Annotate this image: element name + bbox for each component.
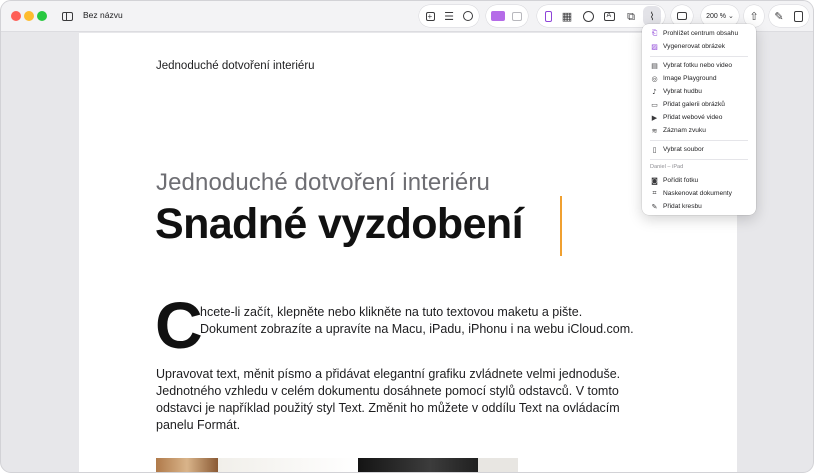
minimize-window-button[interactable] (24, 11, 34, 21)
media-button[interactable]: ⌇ (643, 6, 661, 26)
shape-button[interactable]: ⧉ (623, 6, 639, 26)
shape-icon: ⧉ (627, 9, 635, 23)
menu-item-generate-image[interactable]: ▨ Vygenerovat obrázek (650, 41, 725, 52)
pages-window: Bez názvu + ☰ ▦ A ⧉ ⌇ 200 % ⌄ ⇧ ✎ Jednod… (0, 0, 814, 473)
phone-button[interactable] (540, 6, 556, 26)
menu-item-scan-documents[interactable]: ⌗ Naskenovat dokumenty (650, 188, 732, 199)
share-icon: ⇧ (749, 9, 759, 23)
text-layout-icon: ☰ (444, 9, 454, 23)
menu-item-content-hub[interactable]: ⎗ Prohlížet centrum obsahu (650, 28, 738, 39)
text-layout-button[interactable]: ☰ (441, 6, 457, 26)
phone-icon (544, 10, 552, 22)
document-inspector-icon (793, 10, 803, 22)
paperclip-icon: ⌇ (649, 9, 655, 23)
web-video-icon: ▶ (651, 113, 658, 122)
insert-photo-button[interactable] (488, 6, 508, 26)
table-icon: ▦ (561, 9, 573, 23)
text-box-button[interactable]: A (601, 6, 617, 26)
sidebar-toggle-button[interactable] (58, 6, 76, 26)
menu-item-choose-file[interactable]: ▯ Vybrat soubor (650, 144, 704, 155)
photo-light-image[interactable] (478, 458, 518, 472)
image-gallery-icon: ▭ (651, 100, 658, 109)
media-popup-menu: ⎗ Prohlížet centrum obsahu ▨ Vygenerovat… (642, 24, 756, 215)
share-button[interactable]: ⇧ (746, 6, 762, 26)
content-hub-icon: ⎗ (651, 29, 658, 37)
body-paragraph[interactable]: Upravovat text, měnit písmo a přidávat e… (156, 366, 646, 434)
document-page[interactable]: Jednoduché dotvoření interiéru Jednoduch… (79, 33, 737, 472)
document-title: Bez názvu (83, 10, 123, 20)
menu-item-record-audio[interactable]: ≋ Záznam zvuku (650, 125, 706, 136)
media-browser-icon (512, 11, 522, 21)
intro-paragraph[interactable]: hcete-li začít, klepněte nebo klikněte n… (200, 304, 640, 338)
drop-cap[interactable]: C (155, 292, 203, 358)
sidebar-icon (61, 11, 73, 21)
comment-button[interactable] (674, 6, 690, 26)
comment-icon (677, 12, 687, 20)
scan-document-icon: ⌗ (652, 189, 657, 197)
image-playground-icon: ◎ (651, 74, 658, 83)
zoom-window-button[interactable] (37, 11, 47, 21)
photo-plus-icon (491, 11, 505, 21)
menu-item-add-drawing[interactable]: ✎ Přidat kresbu (650, 201, 702, 212)
document-icon: ▯ (652, 145, 657, 154)
music-note-icon: ♪ (652, 87, 657, 96)
photo-wood-image[interactable] (156, 458, 218, 472)
document-title-heading[interactable]: Snadné vyzdobení (155, 200, 524, 249)
table-button[interactable]: ▦ (559, 6, 575, 26)
close-window-button[interactable] (11, 11, 21, 21)
text-cursor (560, 196, 562, 256)
zoom-select[interactable]: 200 % ⌄ (703, 6, 737, 26)
menu-separator (650, 56, 748, 57)
page-header[interactable]: Jednoduché dotvoření interiéru (156, 60, 315, 72)
zoom-value: 200 % (706, 12, 726, 20)
document-inspector-button[interactable] (790, 6, 806, 26)
add-page-icon: + (425, 11, 435, 21)
image-row[interactable] (156, 458, 626, 472)
photo-white-image[interactable] (218, 458, 358, 472)
camera-icon: ◙ (651, 176, 658, 185)
image-generate-icon: ▨ (651, 42, 658, 51)
menu-item-choose-photo[interactable]: ▤ Vybrat fotku nebo video (650, 60, 732, 71)
smart-annotation-icon (463, 11, 473, 21)
media-browser-button[interactable] (509, 6, 525, 26)
menu-separator (650, 140, 748, 141)
menu-item-image-playground[interactable]: ◎ Image Playground (650, 73, 716, 84)
paintbrush-icon: ✎ (774, 9, 784, 23)
smart-annotation-button[interactable] (460, 6, 476, 26)
audio-waveform-icon: ≋ (651, 126, 658, 135)
menu-item-choose-music[interactable]: ♪ Vybrat hudbu (650, 86, 702, 97)
add-page-button[interactable]: + (422, 6, 438, 26)
chart-button[interactable] (580, 6, 596, 26)
format-button[interactable]: ✎ (771, 6, 787, 26)
photo-library-icon: ▤ (651, 61, 658, 70)
device-group-label: Daniel – iPad (650, 164, 684, 170)
pen-scribble-icon: ✎ (651, 202, 658, 211)
chart-icon (582, 10, 594, 22)
photo-dark-image[interactable] (358, 458, 478, 472)
document-subtitle[interactable]: Jednoduché dotvoření interiéru (156, 169, 490, 197)
chevron-down-icon: ⌄ (727, 13, 734, 20)
menu-item-take-photo[interactable]: ◙ Pořídit fotku (650, 175, 698, 186)
menu-item-web-video[interactable]: ▶ Přidat webové video (650, 112, 723, 123)
text-box-icon: A (603, 11, 615, 21)
menu-item-image-gallery[interactable]: ▭ Přidat galerii obrázků (650, 99, 725, 110)
menu-separator (650, 159, 748, 160)
